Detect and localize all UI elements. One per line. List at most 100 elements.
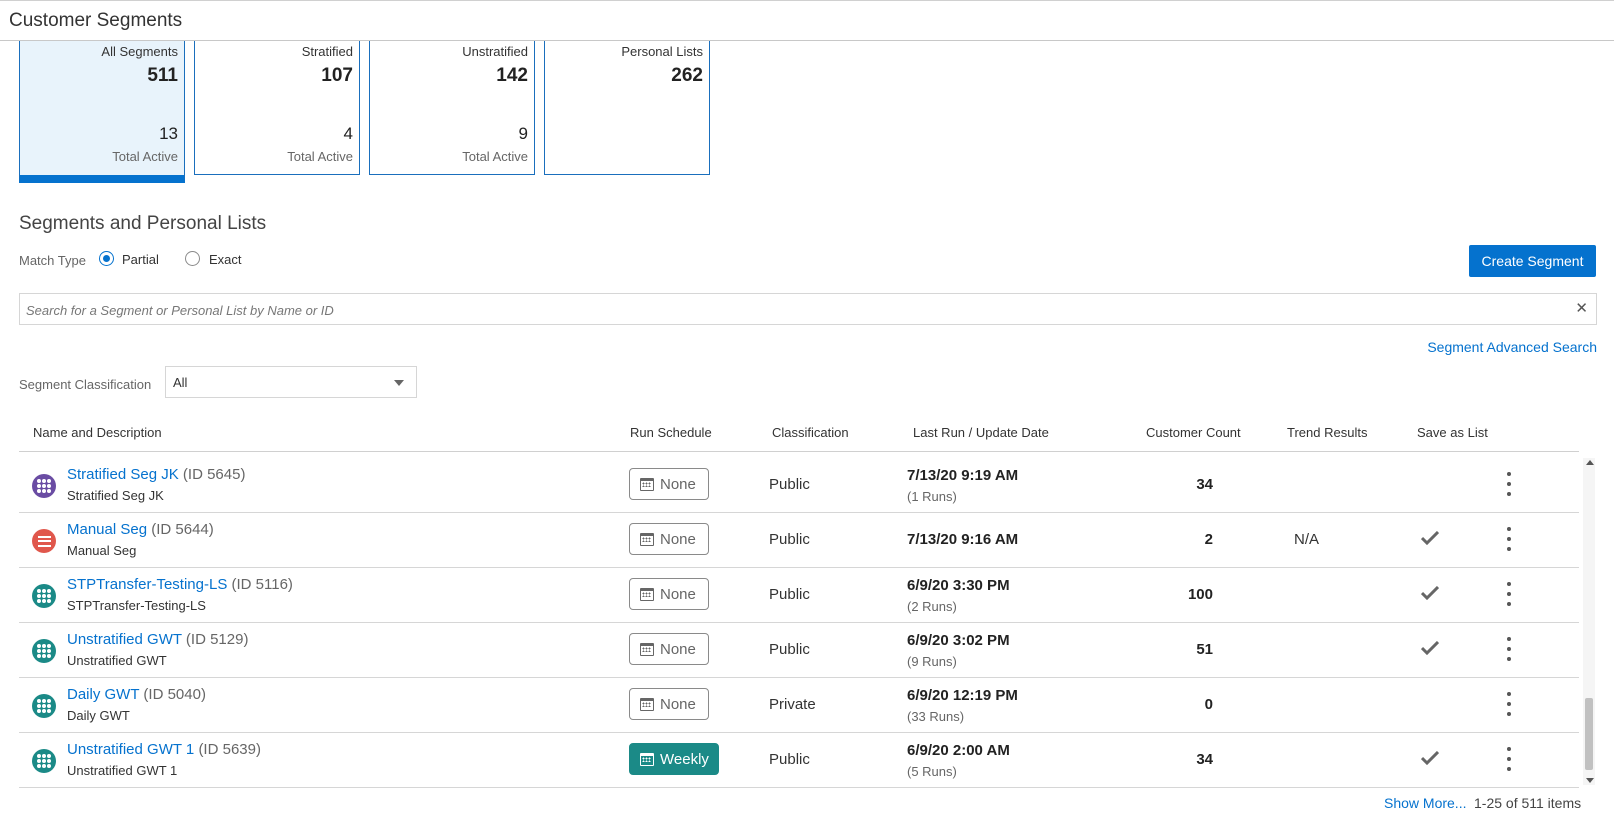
last-run-date: 6/9/20 3:30 PM [907,577,1010,594]
clear-icon[interactable]: ✕ [1575,299,1588,317]
more-actions-icon[interactable] [1505,692,1513,716]
page-title: Customer Segments [9,10,183,31]
stat-card-active-count: 9 [518,124,528,143]
unstratified-segment-icon [32,694,56,718]
run-schedule-button[interactable]: None [629,633,709,665]
column-header-trend-results[interactable]: Trend Results [1287,425,1367,440]
customer-count: 100 [1187,586,1213,603]
run-schedule-button[interactable]: Weekly [629,743,719,775]
match-exact-radio[interactable] [185,251,200,266]
match-type-label: Match Type [19,253,86,268]
run-count: (9 Runs) [907,654,957,669]
page-header: Customer Segments [0,0,1614,41]
segment-id: (ID 5040) [143,686,206,703]
segment-description: Unstratified GWT 1 [67,763,178,778]
segment-advanced-search-link[interactable]: Segment Advanced Search [1427,339,1597,355]
more-actions-icon[interactable] [1505,637,1513,661]
stat-card-count: 511 [147,65,178,86]
segment-name[interactable]: Daily GWT (ID 5040) [67,686,206,703]
stat-card-stratified[interactable]: Stratified 107 4 Total Active [194,41,360,175]
segment-description: Daily GWT [67,708,130,723]
classification-cell: Public [769,751,810,768]
scroll-up-arrow-icon[interactable] [1586,460,1594,465]
run-schedule-button[interactable]: None [629,578,709,610]
table-header-divider [19,451,1579,452]
table-row: Unstratified GWT 1 (ID 5639) Unstratifie… [19,733,1579,788]
column-header-last-run[interactable]: Last Run / Update Date [913,425,1049,440]
run-schedule-label: None [660,585,696,603]
stat-card-count: 142 [496,65,528,86]
match-partial-radio[interactable] [99,251,114,266]
segment-name[interactable]: Unstratified GWT (ID 5129) [67,631,248,648]
run-schedule-label: Weekly [660,750,709,768]
segment-name[interactable]: Unstratified GWT 1 (ID 5639) [67,741,261,758]
run-schedule-button[interactable]: None [629,468,709,500]
stat-card-personal-lists[interactable]: Personal Lists 262 [544,41,710,175]
run-count: (2 Runs) [907,599,957,614]
classification-value: All [173,375,188,390]
segment-name[interactable]: Stratified Seg JK (ID 5645) [67,466,245,483]
table-row: STPTransfer-Testing-LS (ID 5116) STPTran… [19,568,1579,623]
table-row: Unstratified GWT (ID 5129) Unstratified … [19,623,1579,678]
table-row: Stratified Seg JK (ID 5645) Stratified S… [19,458,1579,513]
section-title: Segments and Personal Lists [19,213,267,234]
last-run-date: 6/9/20 12:19 PM [907,687,1018,704]
run-schedule-label: None [660,640,696,658]
calendar-icon [640,532,654,546]
more-actions-icon[interactable] [1505,472,1513,496]
segment-name-link[interactable]: Manual Seg [67,521,147,538]
stat-card-unstratified[interactable]: Unstratified 142 9 Total Active [369,41,535,175]
scrollbar-thumb[interactable] [1585,698,1593,770]
customer-count: 2 [1204,531,1213,548]
scroll-down-arrow-icon[interactable] [1586,778,1594,783]
calendar-icon [640,587,654,601]
checkmark-icon [1421,641,1439,655]
run-schedule-button[interactable]: None [629,688,709,720]
stat-card-active-label: Total Active [112,149,178,164]
segment-name-link[interactable]: Unstratified GWT [67,631,182,648]
customer-count: 0 [1204,696,1213,713]
column-header-name[interactable]: Name and Description [33,425,162,440]
segment-name-link[interactable]: Stratified Seg JK [67,466,179,483]
match-exact-label[interactable]: Exact [209,252,242,267]
classification-select[interactable]: All [165,366,417,398]
last-run-date: 6/9/20 3:02 PM [907,632,1010,649]
classification-cell: Public [769,641,810,658]
calendar-icon [640,477,654,491]
table-scrollbar[interactable] [1583,458,1595,785]
more-actions-icon[interactable] [1505,527,1513,551]
show-more-link[interactable]: Show More... [1384,795,1466,811]
classification-cell: Private [769,696,816,713]
segment-name-link[interactable]: Daily GWT [67,686,139,703]
stat-card-label: Stratified [301,44,353,59]
match-partial-label[interactable]: Partial [122,252,159,267]
segment-name[interactable]: Manual Seg (ID 5644) [67,521,214,538]
more-actions-icon[interactable] [1505,747,1513,771]
stat-card-label: Personal Lists [621,44,703,59]
last-run-date: 7/13/20 9:16 AM [907,531,1019,548]
classification-label: Segment Classification [19,377,152,392]
create-segment-button[interactable]: Create Segment [1469,245,1596,277]
segment-description: Stratified Seg JK [67,488,164,503]
more-actions-icon[interactable] [1505,582,1513,606]
segment-name-link[interactable]: Unstratified GWT 1 [67,741,194,758]
calendar-icon [640,752,654,766]
column-header-customer-count[interactable]: Customer Count [1146,425,1241,440]
run-schedule-button[interactable]: None [629,523,709,555]
customer-count: 51 [1196,641,1213,658]
customer-count: 34 [1196,751,1213,768]
column-header-run-schedule[interactable]: Run Schedule [630,425,712,440]
unstratified-segment-icon [32,749,56,773]
manual-segment-icon [32,529,56,553]
column-header-save-as-list[interactable]: Save as List [1417,425,1488,440]
column-header-classification[interactable]: Classification [772,425,849,440]
search-input[interactable] [26,300,1556,320]
table-row: Manual Seg (ID 5644) Manual Seg None Pub… [19,513,1579,568]
segment-name[interactable]: STPTransfer-Testing-LS (ID 5116) [67,576,293,593]
checkmark-icon [1421,531,1439,545]
stat-card-all-segments[interactable]: All Segments 511 13 Total Active [19,41,185,183]
segment-name-link[interactable]: STPTransfer-Testing-LS [67,576,227,593]
run-count: (1 Runs) [907,489,957,504]
table-row: Daily GWT (ID 5040) Daily GWT None Priva… [19,678,1579,733]
stat-card-active-count: 4 [343,124,353,143]
